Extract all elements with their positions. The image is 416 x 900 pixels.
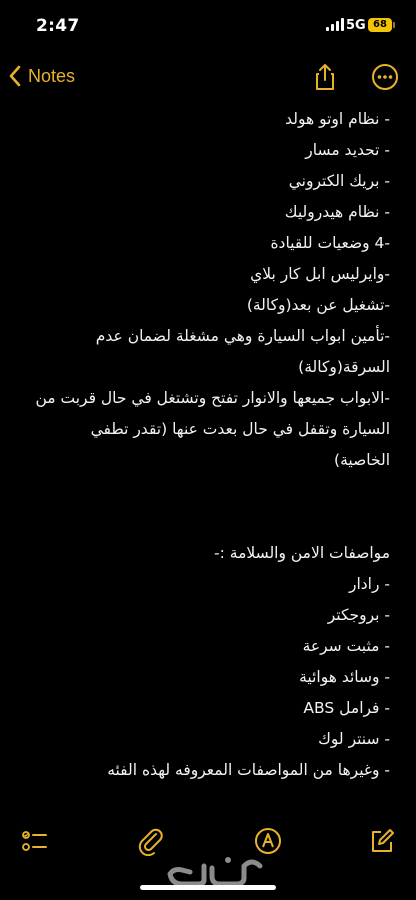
note-line: - تحديد مسار	[305, 141, 390, 159]
note-line: مواصفات الامن والسلامة :-	[214, 544, 390, 562]
back-button[interactable]: Notes	[8, 60, 75, 92]
home-indicator	[140, 885, 276, 890]
note-line	[30, 507, 390, 538]
battery-icon: 68	[368, 18, 392, 32]
note-line: - نظام اوتو هولد	[285, 110, 390, 128]
checklist-icon[interactable]	[20, 826, 50, 856]
note-line: - بروجكتر	[327, 606, 390, 624]
note-line: - وسائد هوائية	[299, 668, 390, 686]
note-line: - فرامل ABS	[303, 699, 390, 717]
status-bar: 2:47 5G 68	[0, 0, 416, 54]
note-line: - وغيرها من المواصفات المعروفه لهذه الفئ…	[107, 761, 390, 779]
note-line: - بريك الكتروني	[288, 172, 390, 190]
note-line: - سنتر لوك	[318, 730, 390, 748]
note-body[interactable]: - نظام اوتو هولد - تحديد مسار - بريك الكتر…	[30, 104, 390, 786]
note-line: -الابواب جميعها والانوار تفتح وتشتغل في …	[35, 389, 390, 469]
note-line: - مثبت سرعة	[302, 637, 390, 655]
chevron-left-icon	[9, 65, 21, 87]
share-icon[interactable]	[308, 60, 342, 94]
battery-cap	[393, 22, 395, 28]
note-line: -تشغيل عن بعد(وكالة)	[246, 296, 390, 314]
note-line: -4 وضعيات للقيادة	[270, 234, 390, 252]
scrolled-text-fragment	[330, 90, 350, 102]
compose-icon[interactable]	[367, 826, 397, 856]
status-time: 2:47	[36, 16, 80, 36]
ellipsis-circle-icon[interactable]	[368, 60, 402, 94]
note-line: - رادار	[348, 575, 390, 593]
note-line: - نظام هيدروليك	[284, 203, 390, 221]
network-type: 5G	[346, 18, 366, 33]
nav-bar: Notes	[0, 54, 416, 98]
back-label: Notes	[28, 65, 76, 86]
signal-bars-icon	[326, 18, 346, 31]
note-line: -تأمين ابواب السيارة وهي مشغلة لضمان عدم…	[95, 327, 390, 376]
note-line: -وايرليس ابل كار بلاي	[250, 265, 390, 283]
note-line	[30, 476, 390, 507]
